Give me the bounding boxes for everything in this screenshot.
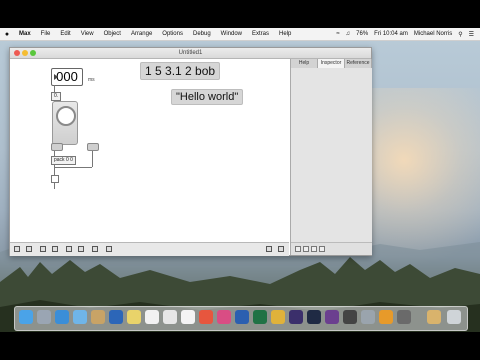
lock-icon[interactable]: [14, 246, 20, 252]
max-patcher-window: Untitled1 000 ms 0. pack 0 0 1 5 3.1 2 b…: [9, 47, 372, 256]
left-toggle[interactable]: [51, 143, 63, 151]
safari-icon[interactable]: [55, 310, 69, 324]
contacts-icon[interactable]: [91, 310, 105, 324]
sidebar-tool-icon[interactable]: [311, 246, 317, 252]
patch-cord[interactable]: [92, 151, 93, 167]
tab-help[interactable]: Help: [291, 59, 318, 68]
excel-icon[interactable]: [253, 310, 267, 324]
sidebar-tool-icon[interactable]: [303, 246, 309, 252]
menu-extras[interactable]: Extras: [247, 31, 274, 37]
dial-knob[interactable]: [56, 106, 76, 126]
clock[interactable]: Fri 10:04 am: [374, 31, 408, 37]
word-icon[interactable]: [109, 310, 123, 324]
audio-icon[interactable]: [92, 246, 98, 252]
word-w-icon[interactable]: [235, 310, 249, 324]
finder-icon[interactable]: [19, 310, 33, 324]
message-box-list[interactable]: 1 5 3.1 2 bob: [140, 62, 221, 80]
number-box-triangle-icon: [54, 74, 58, 80]
sidebar-tool-icon[interactable]: [319, 246, 325, 252]
menu-window[interactable]: Window: [216, 31, 247, 37]
sidebar-toggle-icon[interactable]: [278, 246, 284, 252]
menu-view[interactable]: View: [76, 31, 99, 37]
menu-bar: ● Max File Edit View Object Arrange Opti…: [0, 28, 480, 41]
trash-icon[interactable]: [447, 310, 461, 324]
menu-help[interactable]: Help: [274, 31, 296, 37]
automator-icon[interactable]: [361, 310, 375, 324]
new-object-icon[interactable]: [52, 246, 58, 252]
zoom-button[interactable]: [30, 50, 36, 56]
menu-options[interactable]: Options: [157, 31, 188, 37]
tool-icon[interactable]: [106, 246, 112, 252]
message-box-hello[interactable]: "Hello world": [171, 89, 244, 105]
patcher-bottom-toolbar: [10, 242, 289, 256]
notes-icon[interactable]: [145, 310, 159, 324]
dial-panel[interactable]: [52, 101, 78, 145]
search-icon[interactable]: ⚲: [458, 31, 462, 38]
presentation-icon[interactable]: [26, 246, 32, 252]
battery-percent[interactable]: 76%: [356, 31, 368, 37]
menu-arrange[interactable]: Arrange: [126, 31, 157, 37]
sublime-icon[interactable]: [343, 310, 357, 324]
mail-icon[interactable]: [73, 310, 87, 324]
max-icon[interactable]: [325, 310, 339, 324]
pack-object[interactable]: pack 0 0: [51, 156, 76, 165]
menu-app[interactable]: Max: [14, 31, 36, 37]
user-name[interactable]: Michael Norris: [414, 31, 452, 37]
mute-icon[interactable]: [78, 246, 84, 252]
float-object[interactable]: 0.: [51, 92, 62, 101]
debug-icon[interactable]: [66, 246, 72, 252]
volume-icon[interactable]: ♫: [346, 31, 351, 37]
pages-icon[interactable]: [379, 310, 393, 324]
menu-object[interactable]: Object: [99, 31, 126, 37]
wifi-icon[interactable]: ≈: [336, 31, 339, 37]
tab-reference[interactable]: Reference: [345, 59, 372, 68]
notification-icon[interactable]: ☰: [469, 31, 474, 38]
sidebar-tabs: Help Inspector Reference: [291, 59, 372, 68]
window-title: Untitled1: [178, 50, 203, 56]
zoom-icon[interactable]: [266, 246, 272, 252]
letterbox-top: [0, 0, 480, 28]
inspector-sidebar: Help Inspector Reference: [290, 59, 372, 255]
dock: [14, 306, 468, 331]
window-titlebar[interactable]: Untitled1: [10, 48, 371, 59]
tab-inspector[interactable]: Inspector: [318, 59, 345, 68]
patcher-canvas[interactable]: 000 ms 0. pack 0 0 1 5 3.1 2 bob "Hello …: [10, 59, 289, 242]
eclipse-icon[interactable]: [289, 310, 303, 324]
right-toggle[interactable]: [87, 143, 99, 151]
calendar-icon[interactable]: [181, 310, 195, 324]
sidebar-toolbar: [291, 242, 372, 255]
grid-icon[interactable]: [40, 246, 46, 252]
status-area: ≈ ♫ 76% Fri 10:04 am Michael Norris ⚲ ☰: [336, 31, 480, 38]
minimize-button[interactable]: [22, 50, 28, 56]
keynote-icon[interactable]: [397, 310, 411, 324]
preview-icon[interactable]: [127, 310, 141, 324]
number-box[interactable]: 000: [51, 68, 83, 86]
close-button[interactable]: [14, 50, 20, 56]
itunes-icon[interactable]: [199, 310, 213, 324]
github-icon[interactable]: [307, 310, 321, 324]
launchpad-icon[interactable]: [37, 310, 51, 324]
number-unit-label: ms: [88, 77, 95, 83]
number-box-value: 000: [56, 69, 78, 84]
patch-cord[interactable]: [54, 167, 92, 168]
letterbox-bottom: [0, 332, 480, 360]
apple-menu-icon[interactable]: ●: [0, 31, 14, 38]
downloads-icon[interactable]: [427, 310, 441, 324]
chrome-icon[interactable]: [271, 310, 285, 324]
menu-debug[interactable]: Debug: [188, 31, 216, 37]
output-box[interactable]: [51, 175, 59, 183]
sidebar-tool-icon[interactable]: [295, 246, 301, 252]
music-icon[interactable]: [217, 310, 231, 324]
reminders-icon[interactable]: [163, 310, 177, 324]
menu-file[interactable]: File: [36, 31, 56, 37]
menu-edit[interactable]: Edit: [55, 31, 75, 37]
